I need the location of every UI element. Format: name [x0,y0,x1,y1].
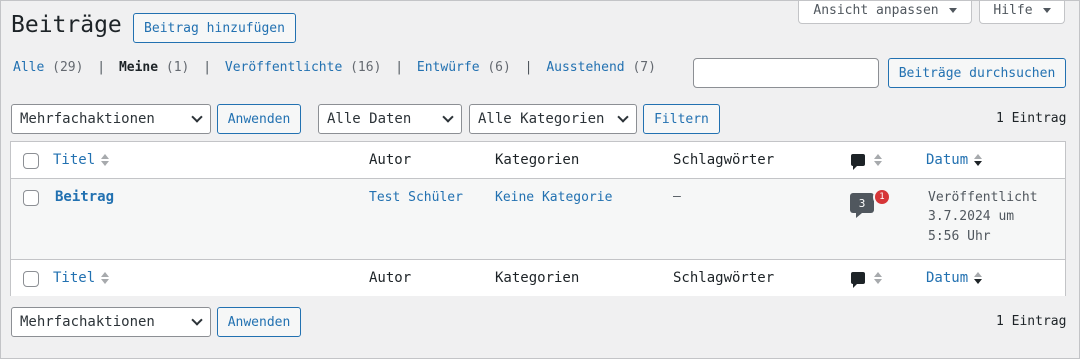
select-all-checkbox[interactable] [23,153,39,169]
chevron-down-icon [191,314,203,326]
bulk-actions-value: Mehrfachaktionen [20,314,155,330]
column-title-sort-bottom[interactable]: Titel [53,270,110,286]
column-date-sort-bottom[interactable]: Datum [926,270,983,286]
column-categories: Kategorien [495,152,580,168]
comment-count-bubble[interactable]: 3 [850,193,874,218]
post-title-link[interactable]: Beitrag [55,189,114,205]
view-pending-count: (7) [632,60,656,75]
sort-desc-icon [974,154,983,166]
status-filter-links: Alle (29) | Meine (1) | Veröffentlichte … [13,60,656,75]
search-posts-button[interactable]: Beiträge durchsuchen [888,58,1066,88]
item-count-bottom: 1 Eintrag [996,314,1067,329]
bulk-actions-select-bottom[interactable]: Mehrfachaktionen [11,307,211,337]
view-pending-link[interactable]: Ausstehend [546,60,624,75]
date-time: 5:56 Uhr [928,229,991,244]
comment-bubble-icon[interactable] [851,154,865,170]
category-link[interactable]: Keine Kategorie [495,190,612,205]
author-link[interactable]: Test Schüler [369,190,463,205]
bulk-actions-select[interactable]: Mehrfachaktionen [11,104,211,134]
chevron-down-icon [191,111,203,123]
help-label: Hilfe [993,3,1033,18]
column-categories: Kategorien [495,270,580,286]
apply-button-bottom[interactable]: Anwenden [217,307,301,337]
view-all-link[interactable]: Alle [13,60,44,75]
sort-icon[interactable] [874,272,882,284]
column-tags: Schlagwörter [673,270,775,286]
separator: | [524,60,533,75]
separator: | [395,60,404,75]
view-published-link[interactable]: Veröffentlichte [225,60,342,75]
column-date-label: Datum [926,152,969,168]
view-published-count: (16) [350,60,382,75]
column-title-sort[interactable]: Titel [53,152,110,168]
chevron-down-icon [948,8,957,13]
row-checkbox[interactable] [23,190,39,206]
column-date-sort[interactable]: Datum [926,152,983,168]
table-header: Titel Autor Kategorien Schlagwörter Datu… [11,142,1065,179]
separator: | [203,60,212,75]
tags-value: — [673,189,681,204]
sort-icon [101,272,110,284]
date-filter-select[interactable]: Alle Daten [318,104,462,134]
column-author: Autor [369,152,412,168]
column-author: Autor [369,270,412,286]
date-line: 3.7.2024 um [928,209,1015,224]
table-footer: Titel Autor Kategorien Schlagwörter Datu… [11,259,1065,296]
add-post-button[interactable]: Beitrag hinzufügen [133,13,296,43]
column-title-label: Titel [53,152,96,168]
sort-icon[interactable] [874,154,882,166]
chevron-down-icon [1042,8,1051,13]
view-mine-link[interactable]: Meine [119,60,158,75]
separator: | [97,60,106,75]
comment-bubble-icon[interactable] [851,272,865,288]
bulk-actions-value: Mehrfachaktionen [20,111,155,127]
date-status: Veröffentlicht [928,190,1038,205]
view-drafts-link[interactable]: Entwürfe [417,60,480,75]
sort-icon [101,154,110,166]
date-filter-value: Alle Daten [327,111,412,127]
column-date-label: Datum [926,270,969,286]
apply-button[interactable]: Anwenden [217,104,301,134]
item-count: 1 Eintrag [996,111,1067,126]
pending-comments-badge[interactable]: 1 [873,188,891,206]
sort-desc-icon [974,272,983,284]
screen-options-button[interactable]: Ansicht anpassen [798,0,972,24]
select-all-checkbox-bottom[interactable] [23,271,39,287]
screen-options-label: Ansicht anpassen [813,3,939,18]
chevron-down-icon [617,111,629,123]
posts-table: Titel Autor Kategorien Schlagwörter Datu… [10,141,1066,296]
view-mine-count: (1) [165,60,190,75]
chevron-down-icon [442,111,454,123]
view-drafts-count: (6) [487,60,511,75]
column-tags: Schlagwörter [673,152,775,168]
help-button[interactable]: Hilfe [979,0,1065,24]
category-filter-select[interactable]: Alle Kategorien [469,104,637,134]
filter-button[interactable]: Filtern [643,104,720,134]
category-filter-value: Alle Kategorien [478,111,605,127]
page-title: Beiträge [11,12,122,38]
view-all-count: (29) [52,60,84,75]
column-title-label: Titel [53,270,96,286]
table-row: Beitrag Test Schüler Keine Kategorie — V… [11,179,1065,259]
search-input[interactable] [693,58,879,88]
